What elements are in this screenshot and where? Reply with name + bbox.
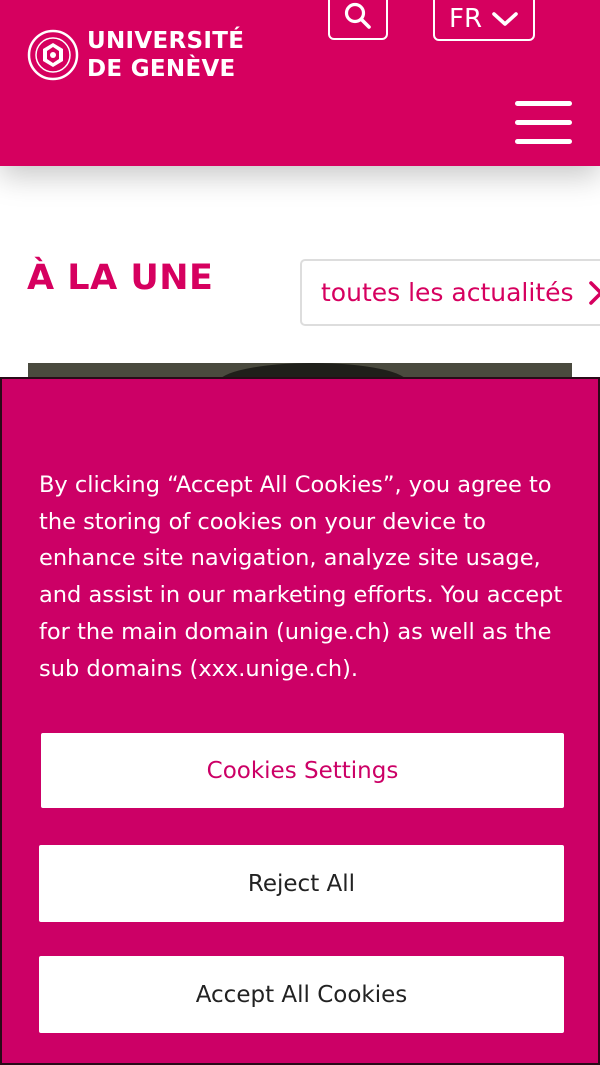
accept-all-cookies-button[interactable]: Accept All Cookies xyxy=(39,956,564,1033)
all-news-label: toutes les actualités xyxy=(321,278,574,307)
logo-line-1: UNIVERSITÉ xyxy=(87,28,245,54)
hamburger-menu-button[interactable] xyxy=(512,98,576,148)
chevron-down-icon xyxy=(492,11,518,26)
cookies-settings-button[interactable]: Cookies Settings xyxy=(41,733,564,808)
chevron-right-icon xyxy=(588,280,600,305)
language-label: FR xyxy=(449,3,483,34)
site-header: UNIVERSITÉ DE GENÈVE FR xyxy=(0,0,600,166)
all-news-link[interactable]: toutes les actualités xyxy=(300,259,600,326)
reject-all-button[interactable]: Reject All xyxy=(39,845,564,922)
university-seal-icon xyxy=(27,29,79,81)
language-selector[interactable]: FR xyxy=(433,0,535,41)
menu-bar-middle xyxy=(515,120,572,125)
cookie-message: By clicking “Accept All Cookies”, you ag… xyxy=(39,472,563,682)
section-title: À LA UNE xyxy=(27,258,214,298)
search-icon xyxy=(344,2,371,29)
menu-bar-top xyxy=(515,101,572,106)
search-button[interactable] xyxy=(328,0,388,40)
cookie-banner: By clicking “Accept All Cookies”, you ag… xyxy=(0,377,600,1065)
menu-bar-bottom xyxy=(515,139,572,144)
university-logo[interactable]: UNIVERSITÉ DE GENÈVE xyxy=(27,27,244,83)
logo-line-2: DE GENÈVE xyxy=(87,56,236,82)
logo-text: UNIVERSITÉ DE GENÈVE xyxy=(87,27,244,83)
